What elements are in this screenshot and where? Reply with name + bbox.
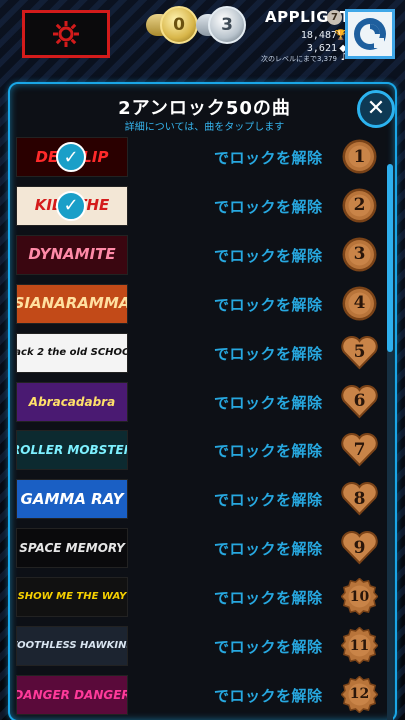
- heart-badge-icon: 8: [341, 480, 378, 517]
- gear-icon: [53, 21, 79, 47]
- song-row[interactable]: DEADLIP✓でロックを解除1: [16, 137, 378, 177]
- song-row[interactable]: GAMMA RAY でロックを解除 8: [16, 479, 378, 520]
- song-row[interactable]: Abracadabra でロックを解除 6: [16, 381, 378, 422]
- unlock-count: 8: [353, 488, 366, 509]
- panel-title: 2アンロック50の曲: [118, 98, 291, 119]
- close-icon: ✕: [366, 96, 386, 121]
- unlock-label[interactable]: でロックを解除: [214, 196, 323, 217]
- next-level-text: 次のレベルにまで3,379: [260, 55, 337, 63]
- panel-subtitle: 詳細については、曲をタップします: [124, 122, 285, 133]
- gold-coin-counter[interactable]: 0: [160, 6, 198, 44]
- unlock-count: 3: [353, 244, 366, 265]
- song-title: TOOTHLESS HAWKINS: [16, 640, 128, 651]
- song-jacket[interactable]: SPACE MEMORY: [16, 528, 128, 569]
- unlock-label[interactable]: でロックを解除: [214, 538, 323, 559]
- song-row[interactable]: SPACE MEMORY でロックを解除 9: [16, 528, 378, 569]
- song-jacket[interactable]: GAMMA RAY: [16, 479, 128, 520]
- song-title: GAMMA RAY: [20, 489, 124, 508]
- close-button[interactable]: ✕: [357, 90, 395, 128]
- unlock-label[interactable]: でロックを解除: [214, 587, 323, 608]
- song-row[interactable]: SHOW ME THE WAY でロックを解除 10: [16, 577, 378, 618]
- level-badge: 7: [327, 10, 342, 25]
- unlock-count: 5: [353, 342, 366, 363]
- song-row[interactable]: TOOTHLESS HAWKINS でロックを解除 11: [16, 626, 378, 666]
- unlock-label[interactable]: でロックを解除: [214, 636, 323, 657]
- unlock-label[interactable]: でロックを解除: [214, 440, 323, 461]
- unlock-count: 11: [349, 637, 370, 654]
- burst-badge-icon: 11: [341, 627, 378, 664]
- song-row[interactable]: SIANARAMMA でロックを解除 4: [16, 283, 378, 324]
- heart-badge-icon: 6: [341, 383, 378, 420]
- unlock-count: 6: [353, 391, 366, 411]
- song-row[interactable]: DANGER DANGER でロックを解除 12: [16, 674, 378, 715]
- scrollbar-thumb[interactable]: [387, 164, 393, 352]
- song-row[interactable]: DYNAMITE でロックを解除 3: [16, 234, 378, 275]
- unlock-count: 9: [353, 537, 366, 558]
- gold-coin-count: 0: [173, 15, 185, 35]
- unlock-label[interactable]: でロックを解除: [214, 245, 323, 266]
- song-row[interactable]: ROLLER MOBSTER でロックを解除 7: [16, 430, 378, 471]
- song-jacket[interactable]: ROLLER MOBSTER: [16, 430, 128, 471]
- coin-badge-icon: 2: [341, 187, 378, 224]
- unlock-label[interactable]: でロックを解除: [214, 685, 323, 706]
- unlock-label[interactable]: でロックを解除: [214, 343, 323, 364]
- unlock-count: 7: [353, 439, 366, 460]
- song-title: SIANARAMMA: [16, 294, 128, 313]
- coin-badge-icon: 1: [341, 138, 378, 175]
- unlock-count: 1: [353, 146, 366, 167]
- coin-badge-icon: 3: [341, 236, 378, 273]
- song-title: back 2 the old SCHOOL: [17, 346, 127, 358]
- heart-badge-icon: 5: [341, 334, 378, 371]
- unlock-count: 12: [349, 686, 370, 703]
- song-jacket[interactable]: DANGER DANGER: [16, 674, 128, 715]
- song-row[interactable]: KILL THE ✓ でロックを解除 2: [16, 185, 378, 226]
- burst-badge-icon: 10: [341, 578, 378, 616]
- song-jacket[interactable]: Abracadabra: [16, 381, 128, 422]
- unlock-count: 2: [353, 195, 366, 216]
- checkmark-icon: ✓: [56, 142, 86, 172]
- song-title: DANGER DANGER: [16, 687, 128, 702]
- song-row[interactable]: back 2 the old SCHOOL でロックを解除 5: [16, 332, 378, 373]
- avatar[interactable]: [345, 9, 395, 59]
- cleared-stat: 3,621: [306, 43, 337, 54]
- unlock-label[interactable]: でロックを解除: [214, 392, 323, 413]
- song-title: DYNAMITE: [28, 245, 116, 264]
- score-stat: 18,487: [300, 30, 337, 41]
- scrollbar[interactable]: [387, 164, 393, 720]
- unlock-label[interactable]: でロックを解除: [214, 147, 323, 168]
- heart-badge-icon: 7: [341, 431, 378, 468]
- song-title: SPACE MEMORY: [19, 541, 125, 556]
- song-jacket[interactable]: SIANARAMMA: [16, 283, 128, 324]
- unlock-label[interactable]: でロックを解除: [214, 489, 323, 510]
- song-title: ROLLER MOBSTER: [16, 443, 128, 458]
- unlock-count: 10: [349, 588, 370, 605]
- heart-badge-icon: 9: [341, 529, 378, 566]
- unlock-count: 4: [353, 293, 366, 314]
- song-title: SHOW ME THE WAY: [17, 591, 127, 603]
- checkmark-icon: ✓: [56, 190, 86, 221]
- song-jacket[interactable]: SHOW ME THE WAY: [16, 577, 128, 618]
- settings-button[interactable]: [22, 10, 110, 58]
- coin-badge-icon: 4: [341, 285, 378, 322]
- unlock-label[interactable]: でロックを解除: [214, 294, 323, 315]
- song-jacket[interactable]: DYNAMITE: [16, 234, 128, 275]
- song-title: Abracadabra: [28, 394, 116, 409]
- song-jacket[interactable]: TOOTHLESS HAWKINS: [16, 626, 128, 666]
- silver-coin-counter[interactable]: 3: [208, 6, 246, 44]
- silver-coin-count: 3: [221, 15, 233, 35]
- avatar-logo-icon: [354, 18, 386, 50]
- top-bar: 0 3 APPLIGET 7 18,487 🏆 3,621 ◆ 次のレベルにまで…: [0, 0, 405, 78]
- burst-badge-icon: 12: [341, 675, 378, 713]
- song-jacket[interactable]: back 2 the old SCHOOL: [16, 332, 128, 373]
